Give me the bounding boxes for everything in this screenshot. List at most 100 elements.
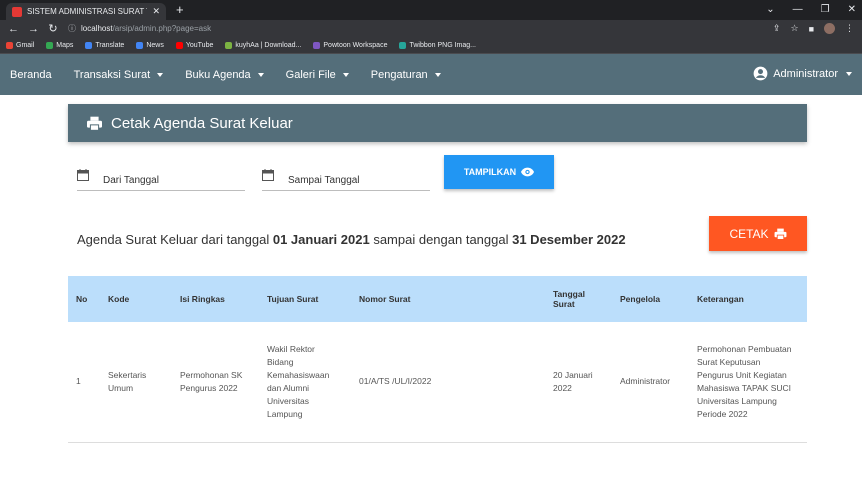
user-menu[interactable]: Administrator — [753, 66, 852, 81]
browser-tabbar: SISTEM ADMINISTRASI SURAT TE ✕ + ⌄ — ❐ ✕ — [0, 0, 862, 20]
menu-icon[interactable]: ⋮ — [845, 23, 854, 34]
bookmark-item[interactable]: Twibbon PNG Imag... — [399, 41, 476, 49]
bookmark-label: YouTube — [185, 41, 214, 49]
browser-chrome: SISTEM ADMINISTRASI SURAT TE ✕ + ⌄ — ❐ ✕… — [0, 0, 862, 54]
restore-icon[interactable]: ❐ — [821, 2, 830, 18]
table-cell: Permohonan SK Pengurus 2022 — [172, 322, 259, 443]
bookmark-label: Translate — [95, 41, 125, 49]
chevron-down-icon — [434, 72, 441, 77]
address-actions: ⇪ ☆ ■ ⋮ — [773, 23, 854, 34]
site-info-icon[interactable]: ⓘ — [68, 23, 76, 34]
profile-avatar-icon[interactable] — [824, 23, 835, 34]
tab-search-icon[interactable]: ⌄ — [766, 2, 774, 18]
bookmark-item[interactable]: News — [136, 41, 164, 49]
column-header: Isi Ringkas — [180, 294, 225, 304]
share-icon[interactable]: ⇪ — [773, 23, 781, 34]
show-button-label: TAMPILKAN — [463, 167, 517, 177]
browser-tab[interactable]: SISTEM ADMINISTRASI SURAT TE ✕ — [6, 3, 166, 20]
tab-close-icon[interactable]: ✕ — [152, 6, 160, 17]
nav-buku-agenda-label: Buku Agenda — [185, 68, 251, 81]
print-button[interactable]: CETAK — [709, 216, 807, 251]
tab-title: SISTEM ADMINISTRASI SURAT TE — [27, 7, 148, 16]
app-navbar: Beranda Transaksi Surat Buku Agenda Gale… — [0, 54, 862, 95]
site-favicon-icon — [12, 6, 22, 17]
bookmark-item[interactable]: Gmail — [6, 41, 35, 49]
address-bar: ← → ↻ ⓘ localhost/arsip/admin.php?page=a… — [0, 20, 862, 37]
url-host: localhost — [81, 24, 113, 33]
forward-icon[interactable]: → — [28, 23, 39, 35]
url-field[interactable]: ⓘ localhost/arsip/admin.php?page=ask — [68, 23, 763, 34]
agenda-table: No Kode Isi Ringkas Tujuan Surat Nomor Surat… — [68, 276, 807, 443]
bookmark-favicon-icon — [313, 41, 321, 49]
summary-to-date: 31 Desember 2022 — [512, 232, 626, 247]
printer-icon — [87, 116, 102, 131]
chevron-down-icon — [257, 72, 264, 77]
nav-galeri-file-label: Galeri File — [285, 68, 336, 81]
column-header: Tujuan Surat — [267, 294, 319, 304]
user-name: Administrator — [773, 67, 838, 80]
bookmark-item[interactable]: YouTube — [175, 41, 214, 49]
chevron-down-icon — [157, 72, 164, 77]
main-content: Cetak Agenda Surat Keluar Dari Tanggal S… — [0, 95, 862, 484]
column-header: Nomor Surat — [359, 294, 411, 304]
column-header: No — [76, 294, 88, 304]
nav-pengaturan[interactable]: Pengaturan — [371, 69, 441, 81]
nav-beranda[interactable]: Beranda — [10, 69, 52, 81]
bookmark-favicon-icon — [136, 41, 144, 49]
report-summary: Agenda Surat Keluar dari tanggal 01 Janu… — [77, 232, 626, 247]
url-path: /arsip/admin.php?page=ask — [112, 24, 212, 33]
column-header: Tanggal Surat — [553, 289, 585, 309]
bookmark-label: News — [146, 41, 164, 49]
bookmark-star-icon[interactable]: ☆ — [790, 23, 798, 34]
print-button-label: CETAK — [729, 226, 769, 241]
bookmark-favicon-icon — [46, 41, 54, 49]
back-icon[interactable]: ← — [8, 23, 19, 35]
from-date-field[interactable]: Dari Tanggal — [77, 163, 245, 191]
bookmark-label: Twibbon PNG Imag... — [409, 41, 476, 49]
bookmark-favicon-icon — [225, 41, 233, 49]
new-tab-icon[interactable]: + — [176, 2, 184, 18]
close-window-icon[interactable]: ✕ — [848, 2, 856, 18]
eye-icon — [521, 167, 535, 177]
table-body: 1 Sekertaris Umum Permohonan SK Pengurus 2… — [68, 322, 807, 443]
chevron-down-icon — [846, 71, 852, 76]
from-date-label: Dari Tanggal — [103, 175, 159, 186]
bookmark-item[interactable]: Translate — [85, 41, 125, 49]
bookmark-item[interactable]: Maps — [46, 41, 73, 49]
column-header: Keterangan — [697, 294, 744, 304]
show-button[interactable]: TAMPILKAN — [444, 155, 554, 189]
bookmark-label: Gmail — [16, 41, 35, 49]
page-header: Cetak Agenda Surat Keluar — [68, 104, 807, 142]
table-cell: 1 — [68, 322, 100, 443]
nav-pengaturan-label: Pengaturan — [370, 68, 428, 81]
sidepanel-icon[interactable]: ■ — [809, 24, 814, 34]
column-header: Pengelola — [620, 294, 661, 304]
bookmark-item[interactable]: Powtoon Workspace — [313, 41, 388, 49]
minimize-icon[interactable]: — — [793, 2, 803, 18]
to-date-field[interactable]: Sampai Tanggal — [262, 163, 430, 191]
nav-transaksi-surat-label: Transaksi Surat — [73, 68, 151, 81]
summary-from-date: 01 Januari 2021 — [272, 232, 370, 247]
calendar-icon — [77, 169, 89, 181]
reload-icon[interactable]: ↻ — [48, 22, 58, 35]
page-title: Cetak Agenda Surat Keluar — [111, 114, 293, 132]
nav-galeri-file[interactable]: Galeri File — [286, 69, 349, 81]
nav-buku-agenda[interactable]: Buku Agenda — [185, 68, 264, 81]
table-cell: Permohonan Pembuatan Surat Keputusan Pen… — [689, 322, 807, 443]
bookmark-favicon-icon — [175, 41, 183, 49]
table-cell: Sekertaris Umum — [100, 322, 172, 443]
chevron-down-icon — [342, 72, 349, 77]
bookmark-label: Powtoon Workspace — [323, 41, 388, 49]
bookmark-favicon-icon — [399, 41, 407, 49]
bookmark-favicon-icon — [85, 41, 93, 49]
summary-prefix: Agenda Surat Keluar dari tanggal — [77, 232, 273, 247]
nav-transaksi-surat[interactable]: Transaksi Surat — [74, 69, 164, 81]
bookmarks-bar: Gmail Maps Translate News YouTube kuyhAa | Do… — [0, 37, 862, 54]
table-header-row: No Kode Isi Ringkas Tujuan Surat Nomor Surat… — [68, 276, 807, 322]
table-cell: Wakil Rektor Bidang Kemahasiswaan dan Al… — [259, 322, 351, 443]
account-circle-icon — [753, 66, 768, 81]
bookmark-item[interactable]: kuyhAa | Download... — [225, 41, 301, 49]
calendar-icon — [262, 169, 274, 181]
printer-icon — [774, 228, 787, 240]
table-row: 1 Sekertaris Umum Permohonan SK Pengurus 2… — [68, 322, 807, 443]
